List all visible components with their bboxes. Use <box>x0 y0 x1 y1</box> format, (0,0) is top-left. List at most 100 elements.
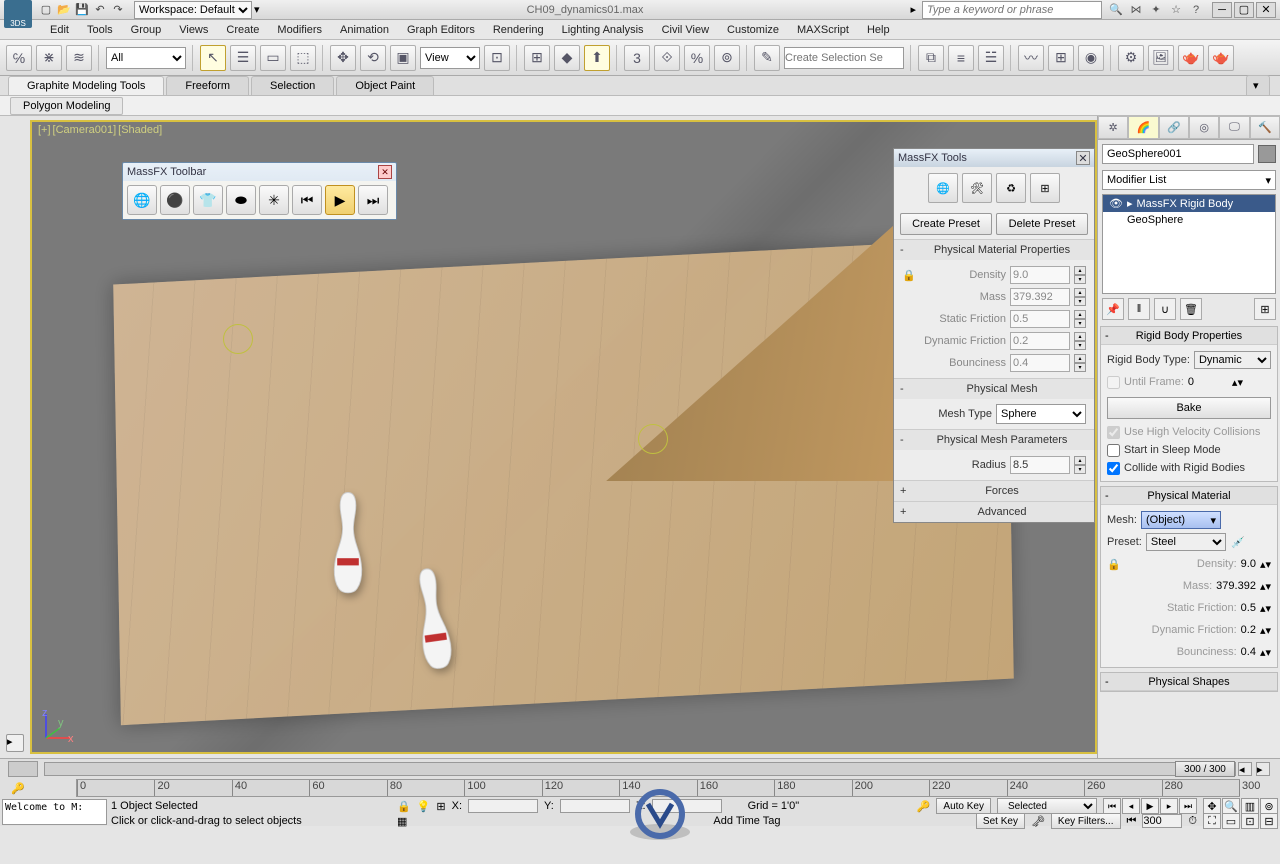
ribbon-tab-freeform[interactable]: Freeform <box>166 76 249 95</box>
fxp-display-icon[interactable]: ⊞ <box>1030 173 1060 203</box>
tab-motion-icon[interactable]: ◎ <box>1189 116 1219 139</box>
menu-grapheditors[interactable]: Graph Editors <box>407 24 475 36</box>
scale-icon[interactable]: ▣ <box>390 45 416 71</box>
time-slider[interactable]: 300 / 300 <box>44 762 1236 776</box>
nav-orbit-icon[interactable]: ⊚ <box>1260 798 1278 814</box>
until-frame-spinner[interactable]: 0 <box>1188 376 1228 388</box>
slider-left-icon[interactable]: ◂ <box>1238 762 1252 776</box>
xform-icon[interactable]: ⊞ <box>436 800 445 813</box>
cmd-density-spinner[interactable]: 9.0 <box>1241 558 1256 570</box>
goto-end-icon[interactable]: ⏭ <box>1179 798 1197 814</box>
app-logo[interactable]: 3DS <box>4 0 32 28</box>
unique-icon[interactable]: ∪ <box>1154 298 1176 320</box>
viewport[interactable]: [+][Camera001][Shaded] xzy MassFX Toolba… <box>30 120 1097 754</box>
section-advanced[interactable]: Advanced <box>916 506 1088 518</box>
fx-reset-icon[interactable]: ⏮ <box>292 185 322 215</box>
stack-item-geosphere[interactable]: GeoSphere <box>1103 212 1275 228</box>
massfx-tools-close-icon[interactable]: ✕ <box>1076 151 1090 165</box>
select-name-icon[interactable]: ☰ <box>230 45 256 71</box>
qat-open-icon[interactable]: 📂 <box>56 2 72 18</box>
render-prod-icon[interactable]: 🫖 <box>1208 45 1234 71</box>
layers-icon[interactable]: ☱ <box>978 45 1004 71</box>
time-config-icon[interactable]: ⏱ <box>1188 815 1197 828</box>
rotate-icon[interactable]: ⟲ <box>360 45 386 71</box>
eye-icon[interactable]: 👁 <box>1109 197 1123 210</box>
track-key-icon[interactable]: 🔑 <box>11 782 25 795</box>
menu-group[interactable]: Group <box>131 24 162 36</box>
anglesnap-icon[interactable]: ⟐ <box>654 45 680 71</box>
fx-constraint-icon[interactable]: ⬬ <box>226 185 256 215</box>
select-icon[interactable]: ↖ <box>200 45 226 71</box>
menu-views[interactable]: Views <box>179 24 208 36</box>
close-button[interactable]: ✕ <box>1256 2 1276 18</box>
pctsnap-icon[interactable]: % <box>684 45 710 71</box>
selection-filter-dropdown[interactable]: All <box>106 47 186 69</box>
collide-checkbox[interactable] <box>1107 462 1120 475</box>
massfx-tools-panel[interactable]: MassFX Tools✕ 🌐 🛠 ♻ ⊞ Create Preset Dele… <box>893 148 1095 523</box>
remove-mod-icon[interactable]: 🗑 <box>1180 298 1202 320</box>
render-frame-icon[interactable]: 🖼 <box>1148 45 1174 71</box>
configure-icon[interactable]: ⊞ <box>1254 298 1276 320</box>
lock-selection-icon[interactable]: 🔒 <box>397 800 411 813</box>
ribbon-polygon-modeling[interactable]: Polygon Modeling <box>10 97 123 115</box>
play-anim-icon[interactable]: ▶ <box>1141 798 1159 814</box>
manip-icon[interactable]: ⊞ <box>524 45 550 71</box>
ribbon-tab-selection[interactable]: Selection <box>251 76 334 95</box>
cmd-bounce-spinner[interactable]: 0.4 <box>1241 646 1256 658</box>
material-ed-icon[interactable]: ◉ <box>1078 45 1104 71</box>
collapse-icon[interactable]: - <box>900 244 912 256</box>
coord-x-field[interactable] <box>468 799 538 813</box>
stack-item-massfx[interactable]: 👁▸MassFX Rigid Body <box>1103 195 1275 212</box>
nav-min-icon[interactable]: ⊟ <box>1260 813 1278 829</box>
goto-start-icon[interactable]: ⏮ <box>1103 798 1121 814</box>
next-frame-icon[interactable]: ▸ <box>1160 798 1178 814</box>
density-spinner[interactable]: 9.0 <box>1010 266 1070 284</box>
isolate-icon[interactable]: 💡 <box>417 800 431 813</box>
keymode-icon[interactable]: ◆ <box>554 45 580 71</box>
nav-max-icon[interactable]: ⊡ <box>1241 813 1259 829</box>
fxp-multi-icon[interactable]: ♻ <box>996 173 1026 203</box>
maximize-button[interactable]: ▢ <box>1234 2 1254 18</box>
workspace-dropdown[interactable]: Workspace: Default <box>134 1 252 19</box>
fxp-world-icon[interactable]: 🌐 <box>928 173 958 203</box>
tab-create-icon[interactable]: ✲ <box>1098 116 1128 139</box>
modifier-stack[interactable]: 👁▸MassFX Rigid Body GeoSphere <box>1102 194 1276 294</box>
timeline-config-icon[interactable] <box>8 761 38 777</box>
selection-set-input[interactable] <box>784 47 904 69</box>
pivot-icon[interactable]: ⊡ <box>484 45 510 71</box>
snap-toggle-icon[interactable]: ⬆ <box>584 45 610 71</box>
named-sel-icon[interactable]: ✎ <box>754 45 780 71</box>
nav-region-icon[interactable]: ▭ <box>1222 813 1240 829</box>
schematic-icon[interactable]: ⊞ <box>1048 45 1074 71</box>
menu-tools[interactable]: Tools <box>87 24 113 36</box>
star-icon[interactable]: ☆ <box>1168 2 1184 18</box>
spinsnap-icon[interactable]: ⊚ <box>714 45 740 71</box>
tab-display-icon[interactable]: 🖵 <box>1219 116 1249 139</box>
favorites-icon[interactable]: ✦ <box>1148 2 1164 18</box>
move-icon[interactable]: ✥ <box>330 45 356 71</box>
cmd-mass-spinner[interactable]: 379.392 <box>1216 580 1256 592</box>
ribbon-tab-graphite[interactable]: Graphite Modeling Tools <box>8 76 164 95</box>
pin-stack-icon[interactable]: 📌 <box>1102 298 1124 320</box>
mesh-dropdown[interactable]: (Object)▾ <box>1141 511 1221 529</box>
setkey-button[interactable]: Set Key <box>976 813 1025 829</box>
menu-modifiers[interactable]: Modifiers <box>277 24 322 36</box>
fx-rigid-icon[interactable]: ⚫ <box>160 185 190 215</box>
create-preset-button[interactable]: Create Preset <box>900 213 992 235</box>
time-tag-button[interactable]: Add Time Tag <box>713 815 780 827</box>
fx-play-icon[interactable]: ▶ <box>325 185 355 215</box>
tab-utilities-icon[interactable]: 🔨 <box>1250 116 1280 139</box>
menu-customize[interactable]: Customize <box>727 24 779 36</box>
nav-pan-icon[interactable]: ✥ <box>1203 798 1221 814</box>
nav-zoom-icon[interactable]: 🔍 <box>1222 798 1240 814</box>
preset-dropdown[interactable]: Steel <box>1146 533 1226 551</box>
key-lock-icon[interactable]: 🔑 <box>917 800 931 813</box>
menu-animation[interactable]: Animation <box>340 24 389 36</box>
meshtype-dropdown[interactable]: Sphere <box>996 404 1086 424</box>
ref-coord-dropdown[interactable]: View <box>420 47 480 69</box>
delete-preset-button[interactable]: Delete Preset <box>996 213 1088 235</box>
lock-icon-2[interactable]: 🔒 <box>1107 557 1121 571</box>
slider-right-icon[interactable]: ▸ <box>1256 762 1270 776</box>
menu-rendering[interactable]: Rendering <box>493 24 544 36</box>
bounce-spinner[interactable]: 0.4 <box>1010 354 1070 372</box>
